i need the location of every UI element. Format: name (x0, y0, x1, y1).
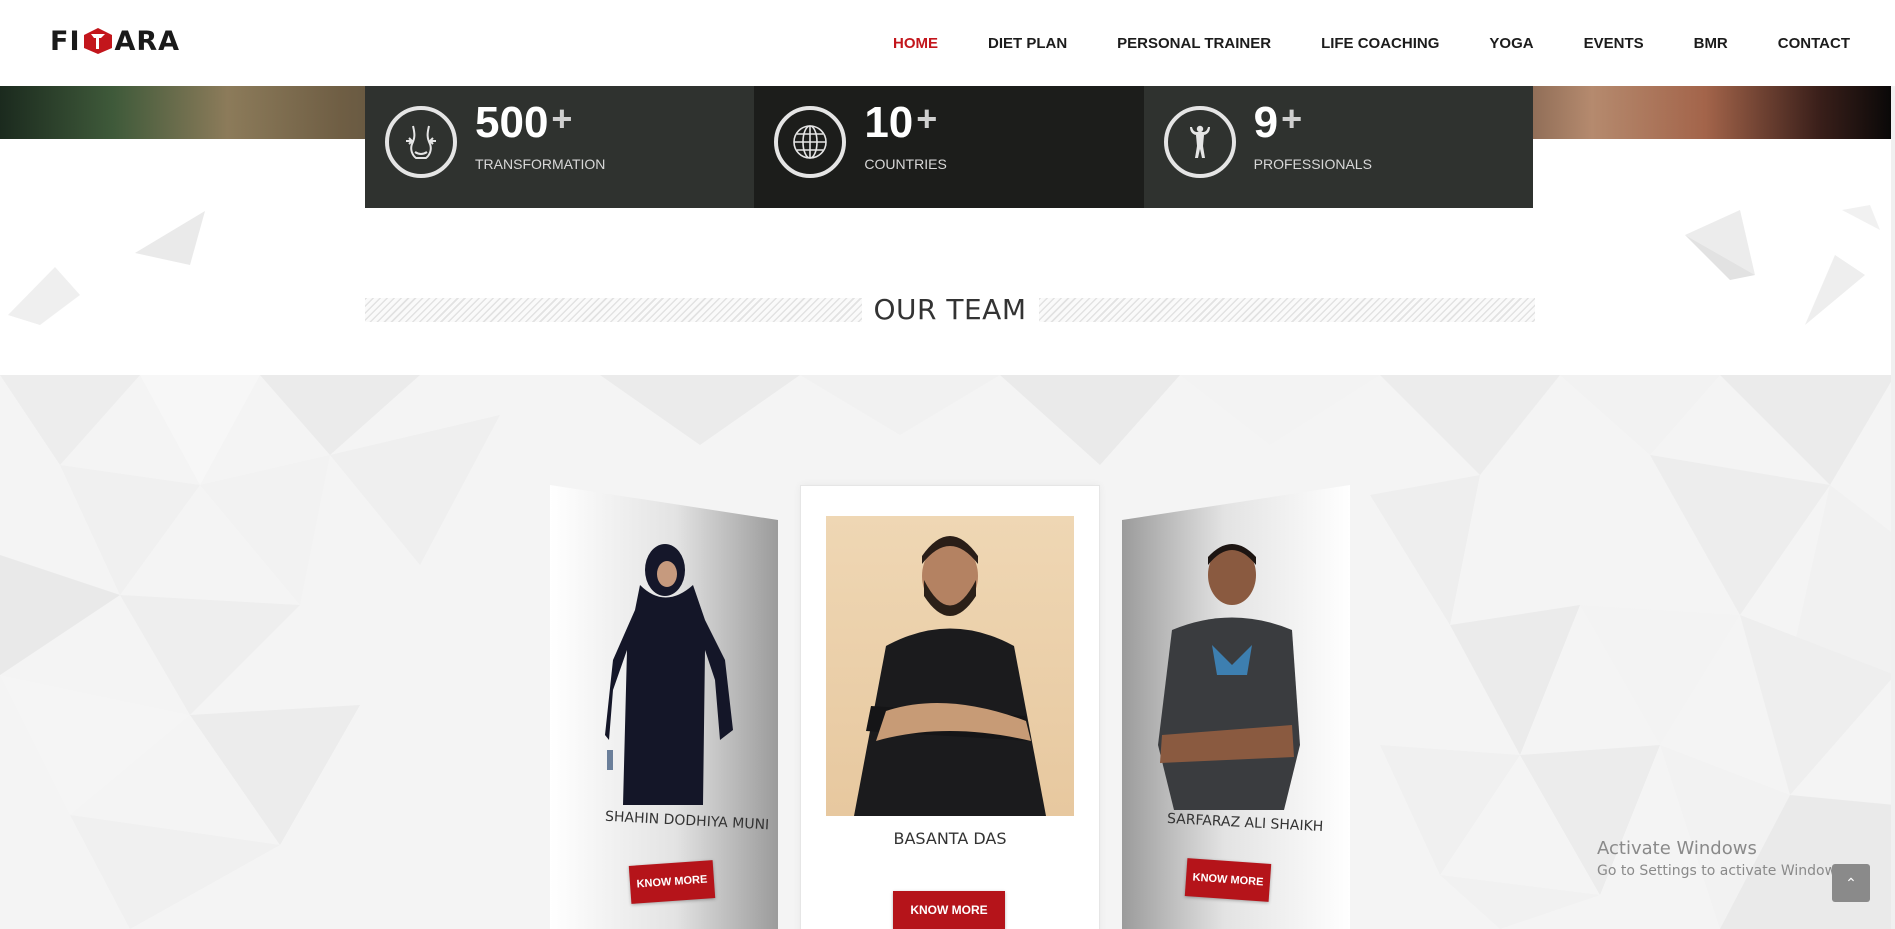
team-heading: OUR TEAM (365, 290, 1535, 330)
nav-yoga[interactable]: YOGA (1489, 35, 1533, 52)
site-logo[interactable]: FI ARA (50, 25, 181, 57)
stat-value: 500 (475, 98, 549, 147)
watermark-line-1: Activate Windows (1597, 838, 1757, 859)
bodybuilder-icon (1163, 106, 1236, 178)
team-card-right: SARFARAZ ALI SHAIKH KNOW MORE (1122, 485, 1350, 929)
nav-diet-plan[interactable]: DIET PLAN (988, 35, 1067, 52)
stat-value: 9 (1253, 98, 1279, 147)
member-name: BASANTA DAS (893, 829, 1007, 848)
member-photo (1158, 544, 1300, 810)
know-more-button[interactable]: KNOW MORE (628, 860, 716, 904)
page-scrollbar[interactable] (1891, 0, 1895, 929)
section-title: OUR TEAM (365, 290, 1535, 330)
member-photo (826, 516, 1074, 816)
waist-icon (385, 106, 457, 178)
logo-mark-icon (83, 28, 112, 54)
member-photo (605, 544, 733, 805)
team-card-center: BASANTA DAS KNOW MORE (800, 485, 1100, 929)
stat-number: 10 + (864, 98, 937, 148)
stat-number: 9 + (1254, 98, 1303, 148)
stat-suffix: + (1281, 98, 1303, 139)
stat-label: TRANSFORMATION (475, 156, 606, 172)
nav-events[interactable]: EVENTS (1584, 35, 1644, 52)
stats-bar: 500 + TRANSFORMATION 10 + COUNTRIES 9 + … (365, 86, 1533, 208)
stat-suffix: + (551, 98, 573, 139)
section-title-text: OUR TEAM (861, 293, 1039, 326)
know-more-button[interactable]: KNOW MORE (1184, 858, 1272, 902)
nav-bmr[interactable]: BMR (1694, 35, 1728, 52)
globe-icon (774, 106, 847, 178)
stat-countries: 10 + COUNTRIES (754, 86, 1144, 208)
site-header: FI ARA HOME DIET PLAN PERSONAL TRAINER L… (0, 0, 1895, 86)
stat-label: PROFESSIONALS (1253, 156, 1372, 172)
nav-personal-trainer[interactable]: PERSONAL TRAINER (1117, 35, 1271, 52)
know-more-button[interactable]: KNOW MORE (893, 891, 1005, 929)
stat-value: 10 (864, 98, 914, 147)
nav-home[interactable]: HOME (893, 35, 938, 52)
main-nav: HOME DIET PLAN PERSONAL TRAINER LIFE COA… (893, 0, 1850, 86)
team-card-left: SHAHIN DODHIYA MUNI KNOW MORE (550, 485, 778, 929)
stat-suffix: + (916, 98, 938, 139)
chevron-up-icon: ⌃ (1845, 874, 1857, 891)
stat-transformation: 500 + TRANSFORMATION (365, 86, 755, 208)
watermark-line-2: Go to Settings to activate Windows. (1597, 863, 1848, 879)
nav-contact[interactable]: CONTACT (1778, 35, 1850, 52)
logo-text-left: FI (50, 25, 81, 57)
stat-number: 500 + (475, 98, 572, 148)
stat-professionals: 9 + PROFESSIONALS (1143, 86, 1533, 208)
logo-text-right: ARA (114, 25, 181, 57)
scroll-to-top-button[interactable]: ⌃ (1832, 864, 1870, 902)
stat-label: COUNTRIES (864, 156, 947, 172)
nav-life-coaching[interactable]: LIFE COACHING (1321, 35, 1439, 52)
windows-activation-watermark: Activate Windows Go to Settings to activ… (1597, 838, 1848, 879)
